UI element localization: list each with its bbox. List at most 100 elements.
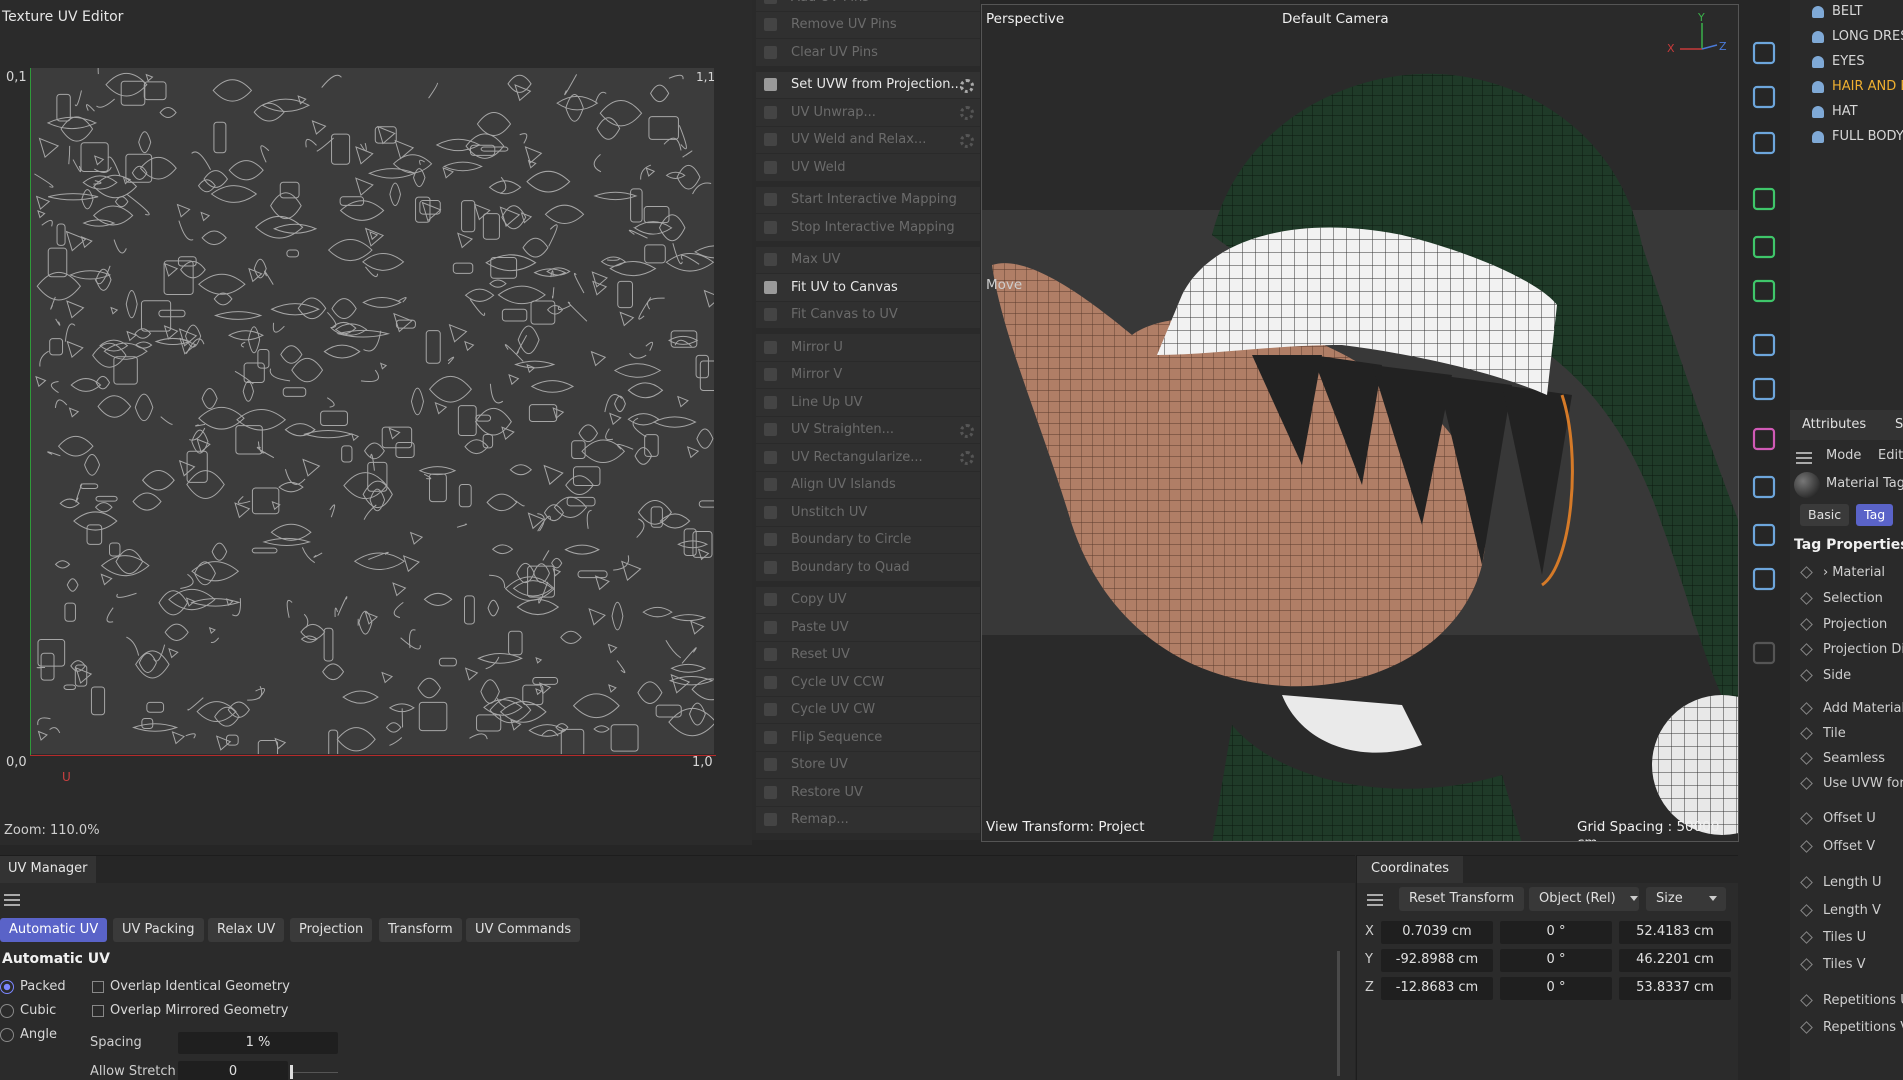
menu-item[interactable]: Store UV xyxy=(756,751,980,779)
uv-manager-scrollbar[interactable] xyxy=(1337,951,1340,1076)
gear-icon[interactable] xyxy=(960,106,974,120)
menu-item[interactable]: Stop Interactive Mapping xyxy=(756,214,980,242)
tag-icon[interactable] xyxy=(1749,330,1779,360)
tab-relax-uv[interactable]: Relax UV xyxy=(208,918,285,942)
menu-item[interactable]: UV Straighten... xyxy=(756,416,980,444)
tag-property-row[interactable]: Add Material xyxy=(1800,701,1903,716)
menu-item[interactable]: Reset UV xyxy=(756,641,980,669)
tag-property-row[interactable]: Side xyxy=(1800,668,1851,683)
keyframe-diamond-icon[interactable] xyxy=(1800,840,1813,853)
menu-item[interactable]: Flip Sequence xyxy=(756,724,980,752)
menu-item[interactable]: Remove UV Pins xyxy=(756,11,980,39)
menu-item[interactable]: UV Rectangularize... xyxy=(756,444,980,472)
tag-property-row[interactable]: Projection xyxy=(1800,617,1887,632)
size-field[interactable]: 52.4183 cm xyxy=(1619,921,1731,944)
uv-mode-radio[interactable]: Angle xyxy=(0,1027,57,1042)
viewport-view-name[interactable]: Perspective xyxy=(986,11,1064,27)
menu-item[interactable]: Copy UV xyxy=(756,586,980,614)
gear-icon[interactable] xyxy=(960,451,974,465)
coordinates-title[interactable]: Coordinates xyxy=(1357,856,1464,883)
tag-property-row[interactable]: Offset U xyxy=(1800,811,1876,826)
position-field[interactable]: 0.7039 cm xyxy=(1381,921,1493,944)
coordinate-mode-dropdown[interactable]: Object (Rel) xyxy=(1529,887,1639,911)
keyframe-diamond-icon[interactable] xyxy=(1800,958,1813,971)
tab-transform[interactable]: Transform xyxy=(379,918,462,942)
tag-property-row[interactable]: Tiles V xyxy=(1800,957,1866,972)
rotation-field[interactable]: 0 ° xyxy=(1500,977,1612,1000)
position-field[interactable]: -92.8988 cm xyxy=(1381,949,1493,972)
tag-property-row[interactable]: › Material xyxy=(1800,565,1885,580)
keyframe-diamond-icon[interactable] xyxy=(1800,931,1813,944)
menu-item[interactable]: Start Interactive Mapping xyxy=(756,186,980,214)
menu-item[interactable]: Clear UV Pins xyxy=(756,39,980,67)
tab-automatic-uv[interactable]: Automatic UV xyxy=(0,918,108,942)
size-field[interactable]: 53.8337 cm xyxy=(1619,977,1731,1000)
attributes-mode-menu[interactable]: Mode xyxy=(1826,448,1861,463)
menu-item[interactable]: Mirror V xyxy=(756,361,980,389)
overlap-checkbox-row[interactable]: Overlap Mirrored Geometry xyxy=(92,1003,288,1018)
uv-manager-menu-icon[interactable] xyxy=(4,894,20,906)
object-list-item[interactable]: HAT xyxy=(1812,104,1858,119)
keyframe-diamond-icon[interactable] xyxy=(1800,904,1813,917)
keyframe-diamond-icon[interactable] xyxy=(1800,876,1813,889)
menu-item[interactable]: UV Unwrap... xyxy=(756,99,980,127)
coordinates-menu-icon[interactable] xyxy=(1367,894,1383,906)
keyframe-diamond-icon[interactable] xyxy=(1800,812,1813,825)
keyframe-diamond-icon[interactable] xyxy=(1800,618,1813,631)
radio-button-icon[interactable] xyxy=(0,979,14,994)
uv-manager-title[interactable]: UV Manager xyxy=(0,856,96,883)
keyframe-diamond-icon[interactable] xyxy=(1800,566,1813,579)
tab-uv-commands[interactable]: UV Commands xyxy=(466,918,581,942)
uv-canvas[interactable] xyxy=(30,68,714,754)
menu-item[interactable]: Max UV xyxy=(756,246,980,274)
menu-item[interactable]: Cycle UV CCW xyxy=(756,669,980,697)
keyframe-diamond-icon[interactable] xyxy=(1800,994,1813,1007)
menu-item[interactable]: Add UV Pins xyxy=(756,0,980,12)
rotation-field[interactable]: 0 ° xyxy=(1500,949,1612,972)
tab-uv-packing[interactable]: UV Packing xyxy=(113,918,204,942)
object-list-item[interactable]: BELT xyxy=(1812,4,1863,19)
uv-mode-radio[interactable]: Packed xyxy=(0,979,66,994)
radio-button-icon[interactable] xyxy=(0,1003,14,1018)
menu-item[interactable]: Remap... xyxy=(756,806,980,834)
uv-mode-radio[interactable]: Cubic xyxy=(0,1003,56,1018)
size-field[interactable]: 46.2201 cm xyxy=(1619,949,1731,972)
tag-property-row[interactable]: Offset V xyxy=(1800,839,1875,854)
tag-property-row[interactable]: Seamless xyxy=(1800,751,1885,766)
disabled-icon[interactable] xyxy=(1749,638,1779,668)
menu-item[interactable]: Align UV Islands xyxy=(756,471,980,499)
tab-second[interactable]: St xyxy=(1895,417,1903,432)
menu-item[interactable]: Unstitch UV xyxy=(756,499,980,527)
menu-item[interactable]: Restore UV xyxy=(756,779,980,807)
camera-icon[interactable] xyxy=(1749,520,1779,550)
keyframe-diamond-icon[interactable] xyxy=(1800,669,1813,682)
tag-property-row[interactable]: Repetitions V xyxy=(1800,1020,1903,1035)
attributes-edit-menu[interactable]: Edit xyxy=(1878,448,1903,463)
gear-icon[interactable] xyxy=(960,133,974,148)
gear-deformer-icon[interactable] xyxy=(1749,276,1779,306)
menu-item[interactable]: Line Up UV xyxy=(756,389,980,417)
gear-icon[interactable] xyxy=(960,78,974,93)
square-icon[interactable] xyxy=(1749,38,1779,68)
tag-property-row[interactable]: Length U xyxy=(1800,875,1882,890)
tag-property-row[interactable]: Use UVW for Bump xyxy=(1800,776,1903,791)
gear-icon[interactable] xyxy=(960,423,974,438)
tag-property-row[interactable]: Length V xyxy=(1800,903,1881,918)
object-list-item[interactable]: HAIR AND EARS xyxy=(1812,79,1903,94)
menu-item[interactable]: Mirror U xyxy=(756,334,980,362)
overlap-checkbox-row[interactable]: Overlap Identical Geometry xyxy=(92,979,290,994)
menu-item[interactable]: UV Weld and Relax... xyxy=(756,126,980,154)
keyframe-diamond-icon[interactable] xyxy=(1800,752,1813,765)
tag-property-row[interactable]: Tile xyxy=(1800,726,1846,741)
elf-character-model[interactable] xyxy=(982,5,1739,842)
checkbox[interactable] xyxy=(92,980,104,993)
attributes-menu-icon[interactable] xyxy=(1796,452,1812,464)
allow-stretch-slider[interactable] xyxy=(290,1061,338,1080)
globe-icon[interactable] xyxy=(1749,472,1779,502)
object-list-item[interactable]: LONG DRESS xyxy=(1812,29,1903,44)
object-list-item[interactable]: FULL BODY xyxy=(1812,129,1903,144)
menu-item[interactable]: Fit Canvas to UV xyxy=(756,301,980,329)
keyframe-diamond-icon[interactable] xyxy=(1800,727,1813,740)
radio-button-icon[interactable] xyxy=(0,1027,14,1042)
viewport-camera-name[interactable]: Default Camera xyxy=(1282,11,1389,27)
